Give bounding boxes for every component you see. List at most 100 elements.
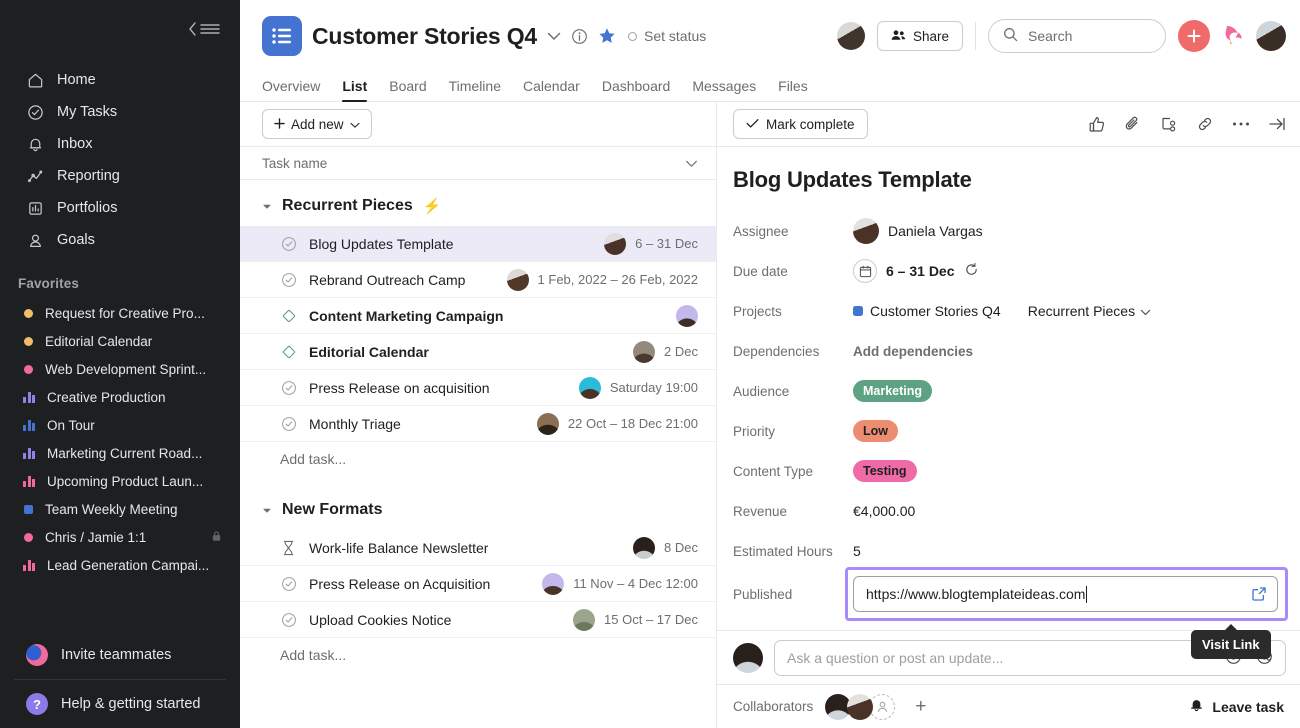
subtask-icon[interactable] xyxy=(1160,115,1178,133)
avatar[interactable] xyxy=(506,268,529,291)
avatar[interactable] xyxy=(573,608,596,631)
favorite-item[interactable]: Upcoming Product Laun... xyxy=(4,467,236,495)
help-button[interactable]: ? Help & getting started xyxy=(8,686,232,722)
avatar[interactable] xyxy=(853,218,879,244)
add-task-button[interactable]: Add task... xyxy=(240,638,716,672)
audience-value[interactable]: Marketing xyxy=(853,380,1278,402)
table-row[interactable]: Editorial Calendar 2 Dec xyxy=(240,334,716,370)
table-row[interactable]: Rebrand Outreach Camp 1 Feb, 2022 – 26 F… xyxy=(240,262,716,298)
avatar[interactable] xyxy=(633,340,656,363)
search-input[interactable]: Search xyxy=(988,19,1166,53)
milestone-icon[interactable] xyxy=(280,307,297,324)
estimated-hours-value[interactable]: 5 xyxy=(853,543,1278,559)
favorite-item[interactable]: On Tour xyxy=(4,411,236,439)
avatar[interactable] xyxy=(633,536,656,559)
dependencies-value[interactable]: Add dependencies xyxy=(853,344,1278,359)
add-task-button[interactable]: Add task... xyxy=(240,442,716,476)
avatar[interactable] xyxy=(542,572,565,595)
avatar[interactable] xyxy=(847,693,874,720)
check-circle-icon[interactable] xyxy=(280,271,297,288)
tab-files[interactable]: Files xyxy=(778,78,808,101)
sidebar-item-my-tasks[interactable]: My Tasks xyxy=(8,96,232,128)
add-person-icon[interactable] xyxy=(869,693,896,720)
share-button[interactable]: Share xyxy=(876,21,963,51)
section-header-recurrent-pieces[interactable]: Recurrent Pieces ⚡ xyxy=(240,186,716,226)
chevron-down-icon[interactable] xyxy=(262,203,272,210)
thumbs-up-icon[interactable] xyxy=(1088,115,1106,133)
more-options-icon[interactable] xyxy=(1232,121,1250,127)
set-status-button[interactable]: Set status xyxy=(628,28,706,44)
sidebar-item-home[interactable]: Home xyxy=(8,64,232,96)
table-row[interactable]: Work-life Balance Newsletter 8 Dec xyxy=(240,530,716,566)
published-url-input[interactable]: https://www.blogtemplateideas.com xyxy=(853,576,1278,612)
asana-mascot-icon[interactable] xyxy=(1222,24,1244,48)
tab-overview[interactable]: Overview xyxy=(262,78,320,101)
table-row[interactable]: Press Release on Acquisition 11 Nov – 4 … xyxy=(240,566,716,602)
tab-messages[interactable]: Messages xyxy=(692,78,756,101)
chevron-down-icon[interactable] xyxy=(547,32,561,41)
due-date-value[interactable]: 6 – 31 Dec xyxy=(853,259,1278,283)
chevron-down-icon[interactable] xyxy=(262,507,272,514)
project-chip[interactable]: Customer Stories Q4 xyxy=(853,303,1001,319)
check-circle-icon[interactable] xyxy=(280,575,297,592)
add-collaborator-button[interactable]: + xyxy=(915,697,926,716)
priority-value[interactable]: Low xyxy=(853,420,1278,442)
create-button[interactable] xyxy=(1178,20,1210,52)
favorite-item[interactable]: Request for Creative Pro... xyxy=(4,299,236,327)
section-header-new-formats[interactable]: New Formats xyxy=(240,490,716,530)
favorite-item[interactable]: Team Weekly Meeting xyxy=(4,495,236,523)
sidebar-item-inbox[interactable]: Inbox xyxy=(8,128,232,160)
info-circle-icon[interactable] xyxy=(571,28,588,45)
table-row[interactable]: Press Release on acquisition Saturday 19… xyxy=(240,370,716,406)
assignee-value[interactable]: Daniela Vargas xyxy=(853,218,1278,244)
list-project-icon[interactable] xyxy=(262,16,302,56)
avatar[interactable] xyxy=(836,22,865,50)
avatar[interactable] xyxy=(676,304,698,327)
avatar[interactable] xyxy=(733,642,763,673)
favorite-item[interactable]: Lead Generation Campai... xyxy=(4,551,236,579)
favorite-item[interactable]: Creative Production xyxy=(4,383,236,411)
milestone-icon[interactable] xyxy=(280,343,297,360)
avatar[interactable] xyxy=(578,376,601,399)
tab-timeline[interactable]: Timeline xyxy=(449,78,501,101)
tab-calendar[interactable]: Calendar xyxy=(523,78,580,101)
table-row[interactable]: Upload Cookies Notice 15 Oct – 17 Dec xyxy=(240,602,716,638)
sidebar-item-goals[interactable]: Goals xyxy=(8,224,232,256)
table-row[interactable]: Monthly Triage 22 Oct – 18 Dec 21:00 xyxy=(240,406,716,442)
favorite-item[interactable]: Web Development Sprint... xyxy=(4,355,236,383)
repeat-icon[interactable] xyxy=(964,262,979,280)
tab-board[interactable]: Board xyxy=(389,78,426,101)
check-circle-icon[interactable] xyxy=(280,379,297,396)
favorite-item[interactable]: Editorial Calendar xyxy=(4,327,236,355)
mark-complete-button[interactable]: Mark complete xyxy=(733,109,868,139)
avatar[interactable] xyxy=(536,412,559,435)
collapse-panel-icon[interactable] xyxy=(1268,116,1286,132)
chevron-down-icon[interactable] xyxy=(685,156,698,171)
avatar[interactable] xyxy=(604,232,627,255)
table-row[interactable]: Blog Updates Template 6 – 31 Dec xyxy=(240,226,716,262)
project-section-chip[interactable]: Recurrent Pieces xyxy=(1028,303,1151,319)
tab-list[interactable]: List xyxy=(342,78,367,102)
external-link-icon[interactable] xyxy=(1251,586,1267,602)
star-filled-icon[interactable] xyxy=(598,27,616,45)
add-new-button[interactable]: Add new xyxy=(262,109,372,139)
avatar[interactable] xyxy=(1256,21,1286,51)
task-list-scroll[interactable]: Recurrent Pieces ⚡ Blog Updates Template… xyxy=(240,180,716,728)
sidebar-item-portfolios[interactable]: Portfolios xyxy=(8,192,232,224)
link-icon[interactable] xyxy=(1196,115,1214,133)
leave-task-button[interactable]: Leave task xyxy=(1189,697,1284,716)
collapse-sidebar-icon[interactable] xyxy=(188,22,220,36)
content-type-value[interactable]: Testing xyxy=(853,460,1278,482)
favorite-item[interactable]: Marketing Current Road... xyxy=(4,439,236,467)
hourglass-icon[interactable] xyxy=(280,539,297,556)
favorite-item[interactable]: Chris / Jamie 1:1 xyxy=(4,523,236,551)
invite-teammates-button[interactable]: Invite teammates xyxy=(8,637,232,673)
table-row[interactable]: Content Marketing Campaign xyxy=(240,298,716,334)
revenue-value[interactable]: €4,000.00 xyxy=(853,503,1278,519)
tab-dashboard[interactable]: Dashboard xyxy=(602,78,671,101)
check-circle-icon[interactable] xyxy=(280,235,297,252)
check-circle-icon[interactable] xyxy=(280,611,297,628)
paperclip-icon[interactable] xyxy=(1124,115,1142,133)
check-circle-icon[interactable] xyxy=(280,415,297,432)
sidebar-item-reporting[interactable]: Reporting xyxy=(8,160,232,192)
